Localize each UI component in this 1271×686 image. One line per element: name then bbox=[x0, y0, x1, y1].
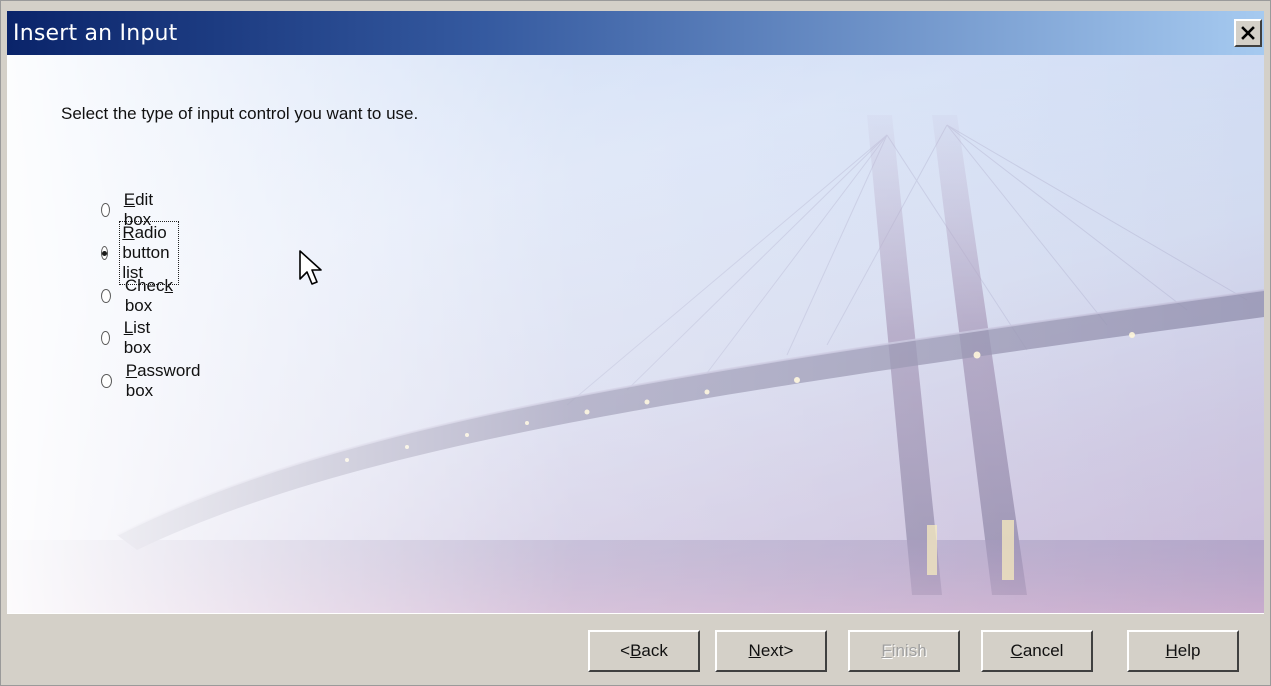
mouse-pointer-icon bbox=[299, 250, 322, 285]
radio-selected-dot bbox=[102, 250, 108, 256]
radio-radio-button-list[interactable] bbox=[101, 246, 109, 260]
close-icon bbox=[1241, 26, 1255, 40]
wizard-content-panel: Select the type of input control you wan… bbox=[7, 55, 1264, 613]
wizard-button-bar: < Back Next> Finish Cancel Help bbox=[7, 613, 1264, 685]
help-button[interactable]: Help bbox=[1127, 630, 1239, 672]
option-check-box[interactable]: Check box bbox=[101, 276, 179, 315]
option-password-box[interactable]: Password box bbox=[101, 361, 206, 400]
radio-edit-box[interactable] bbox=[101, 203, 110, 217]
radio-password-box[interactable] bbox=[101, 374, 112, 388]
close-button[interactable] bbox=[1234, 19, 1262, 47]
option-label-check-box[interactable]: Check box bbox=[123, 275, 179, 317]
option-radio-button-list[interactable]: Radio button list bbox=[101, 221, 180, 285]
instruction-text: Select the type of input control you wan… bbox=[61, 104, 419, 123]
option-label-password-box[interactable]: Password box bbox=[124, 360, 206, 402]
finish-button[interactable]: Finish bbox=[848, 630, 960, 672]
radio-check-box[interactable] bbox=[101, 289, 111, 303]
option-label-list-box[interactable]: List box bbox=[122, 317, 159, 359]
option-list-box[interactable]: List box bbox=[101, 318, 158, 357]
title-bar[interactable]: Insert an Input bbox=[7, 11, 1264, 55]
bridge-background-image bbox=[7, 55, 1264, 613]
insert-input-dialog: Insert an Input Select the type of input… bbox=[0, 0, 1271, 686]
back-button[interactable]: < Back bbox=[588, 630, 700, 672]
next-button[interactable]: Next> bbox=[715, 630, 827, 672]
dialog-title: Insert an Input bbox=[13, 21, 178, 46]
option-edit-box[interactable]: Edit box bbox=[101, 190, 160, 229]
cancel-button[interactable]: Cancel bbox=[981, 630, 1093, 672]
radio-list-box[interactable] bbox=[101, 331, 110, 345]
